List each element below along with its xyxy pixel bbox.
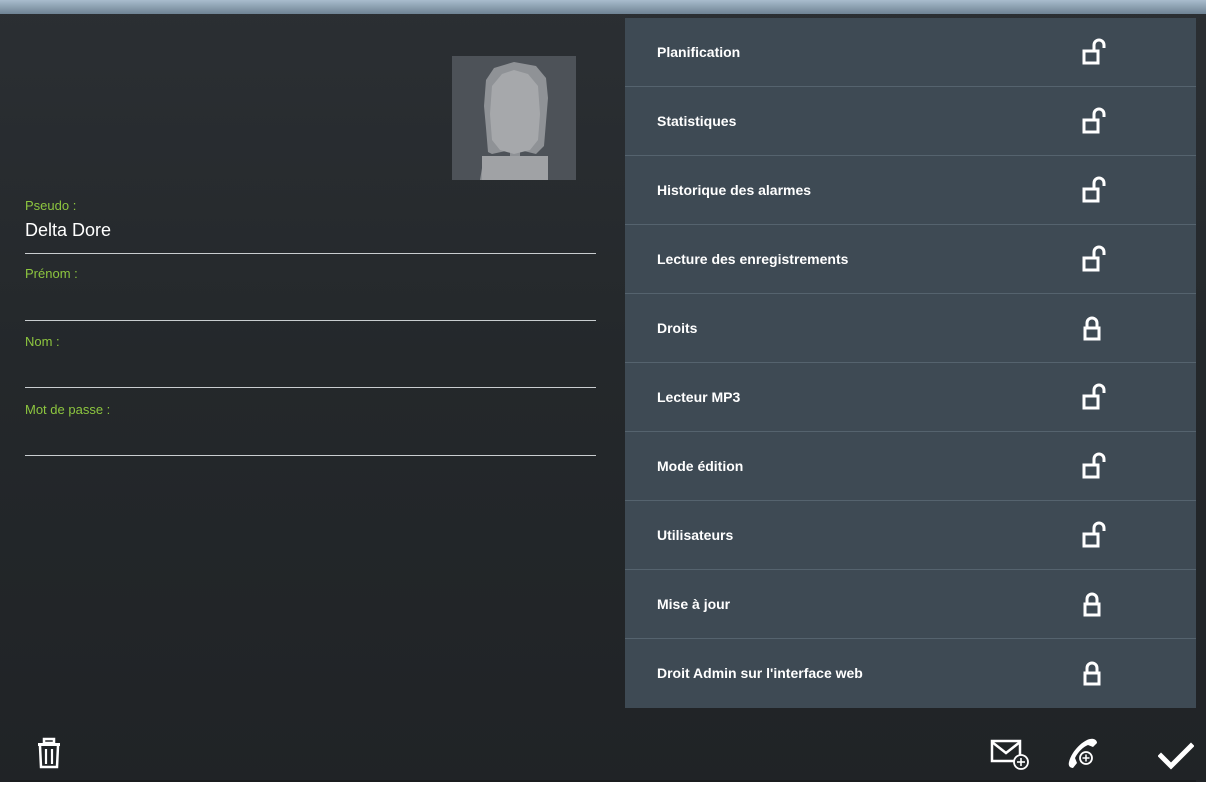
right-row-lecture-enregistrements[interactable]: Lecture des enregistrements xyxy=(625,225,1196,294)
user-editor-screen: Pseudo : Delta Dore Prénom : Nom : Mot d… xyxy=(0,0,1206,796)
right-row-planification[interactable]: Planification xyxy=(625,18,1196,87)
mail-add-icon[interactable] xyxy=(990,736,1030,770)
nom-label: Nom : xyxy=(25,334,60,349)
pseudo-field[interactable]: Pseudo : Delta Dore xyxy=(25,198,596,254)
lock-closed-icon[interactable] xyxy=(1077,314,1107,342)
right-row-droit-admin-web[interactable]: Droit Admin sur l'interface web xyxy=(625,639,1196,708)
right-label: Statistiques xyxy=(657,113,737,129)
right-row-mode-edition[interactable]: Mode édition xyxy=(625,432,1196,501)
prenom-field[interactable]: Prénom : xyxy=(25,266,596,321)
lock-open-icon[interactable] xyxy=(1077,107,1107,135)
right-label: Mode édition xyxy=(657,458,744,474)
right-label: Droit Admin sur l'interface web xyxy=(657,665,863,681)
lock-open-icon[interactable] xyxy=(1077,452,1107,480)
prenom-label: Prénom : xyxy=(25,266,78,281)
right-row-droits[interactable]: Droits xyxy=(625,294,1196,363)
lock-open-icon[interactable] xyxy=(1077,38,1107,66)
password-field[interactable]: Mot de passe : xyxy=(25,402,596,456)
phone-add-icon[interactable] xyxy=(1064,736,1104,770)
rights-panel: Planification Statistiques Historique de… xyxy=(625,18,1196,708)
lock-open-icon[interactable] xyxy=(1077,176,1107,204)
top-edge xyxy=(0,0,1206,14)
right-row-statistiques[interactable]: Statistiques xyxy=(625,87,1196,156)
right-label: Historique des alarmes xyxy=(657,182,812,198)
trash-icon[interactable] xyxy=(36,736,62,770)
bottom-margin xyxy=(0,782,1206,796)
right-row-lecteur-mp3[interactable]: Lecteur MP3 xyxy=(625,363,1196,432)
user-avatar[interactable] xyxy=(452,56,576,180)
person-silhouette-icon xyxy=(480,62,548,180)
nom-field[interactable]: Nom : xyxy=(25,334,596,388)
right-row-mise-a-jour[interactable]: Mise à jour xyxy=(625,570,1196,639)
right-label: Droits xyxy=(657,320,698,336)
pseudo-input[interactable]: Delta Dore xyxy=(25,220,111,241)
right-label: Planification xyxy=(657,44,741,60)
lock-open-icon[interactable] xyxy=(1077,521,1107,549)
lock-closed-icon[interactable] xyxy=(1077,659,1107,687)
lock-open-icon[interactable] xyxy=(1077,383,1107,411)
check-icon[interactable] xyxy=(1158,742,1194,770)
right-label: Utilisateurs xyxy=(657,527,734,543)
right-label: Lecteur MP3 xyxy=(657,389,741,405)
right-label: Lecture des enregistrements xyxy=(657,251,849,267)
password-label: Mot de passe : xyxy=(25,402,111,417)
right-row-utilisateurs[interactable]: Utilisateurs xyxy=(625,501,1196,570)
pseudo-label: Pseudo : xyxy=(25,198,77,213)
right-label: Mise à jour xyxy=(657,596,731,612)
lock-open-icon[interactable] xyxy=(1077,245,1107,273)
right-row-historique-alarmes[interactable]: Historique des alarmes xyxy=(625,156,1196,225)
lock-closed-icon[interactable] xyxy=(1077,590,1107,618)
